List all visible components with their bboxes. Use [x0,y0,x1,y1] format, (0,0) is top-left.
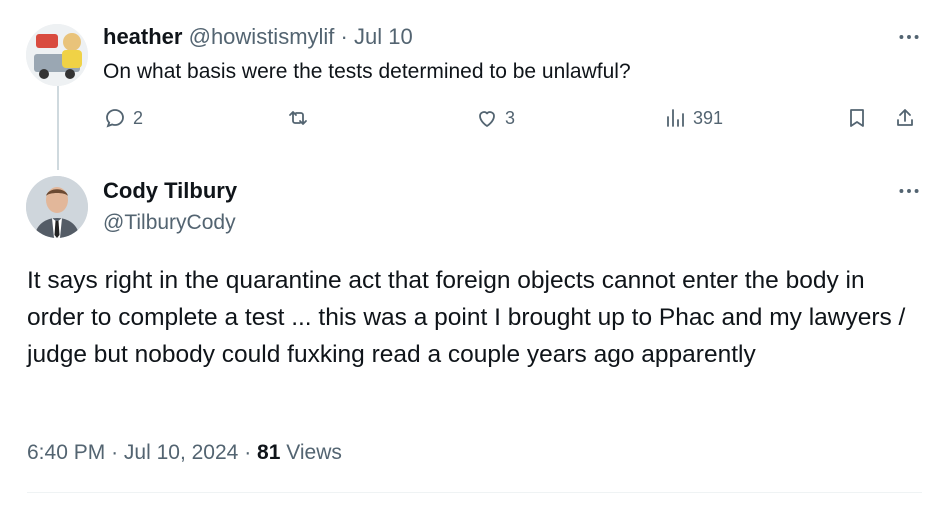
main-author-name[interactable]: Cody Tilbury [103,176,237,206]
reply-actions: 2 3 391 [103,106,923,140]
retweet-button[interactable] [286,106,316,130]
comment-icon [106,109,124,128]
tweet-date[interactable]: Jul 10, 2024 [124,441,238,464]
share-button[interactable] [893,106,917,130]
views-count: 391 [693,107,724,128]
bookmark-button[interactable] [845,106,869,130]
views-button[interactable]: 391 [663,106,723,130]
reply-date[interactable]: Jul 10 [354,24,413,49]
reply-separator: · [340,24,348,49]
more-options-icon[interactable] [896,24,922,50]
profile-avatar-icon [26,24,88,86]
reply-text: On what basis were the tests determined … [103,60,631,83]
tweet-views-label: Views [286,441,342,464]
tweet-views-count: 81 [257,441,281,464]
reply-tweet[interactable]: heather @howistismylif · Jul 10 On what … [0,0,946,160]
reply-count: 2 [133,107,144,128]
more-options-icon[interactable] [896,178,922,204]
tweet-time[interactable]: 6:40 PM [27,441,105,464]
bookmark-icon [850,109,864,127]
meta-separator: · [111,441,119,464]
views-chart-icon [667,109,684,127]
divider [27,492,922,493]
retweet-icon [289,111,307,125]
reply-author-handle[interactable]: @howistismylif [189,24,335,49]
share-icon [897,109,913,126]
main-author-handle[interactable]: @TilburyCody [103,208,236,238]
reply-button[interactable]: 2 [103,106,143,130]
like-count: 3 [505,107,516,128]
reply-author-name[interactable]: heather [103,24,182,49]
heart-icon [479,111,495,127]
meta-separator: · [244,441,252,464]
like-button[interactable]: 3 [475,106,515,130]
tweet-meta: 6:40 PM · Jul 10, 2024 · 81 Views [27,439,342,467]
heather-avatar[interactable] [26,24,88,86]
reply-author-line: heather @howistismylif · Jul 10 [103,23,413,51]
cody-avatar[interactable] [26,176,88,238]
main-tweet-text: It says right in the quarantine act that… [27,267,906,368]
profile-avatar-icon [26,176,88,238]
